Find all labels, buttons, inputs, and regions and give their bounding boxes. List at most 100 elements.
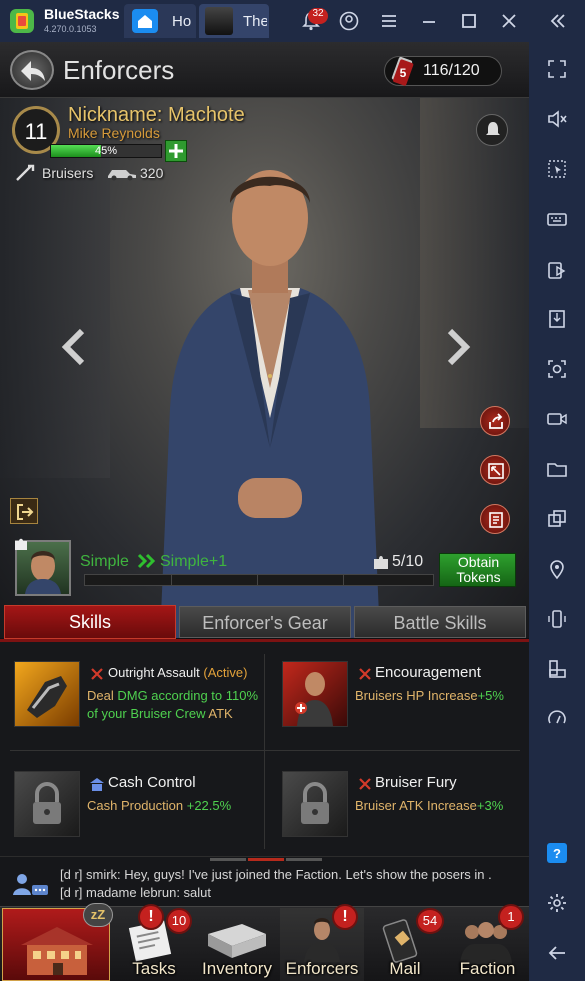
grade-current: Simple [80,553,129,570]
multi-instance-icon[interactable] [546,508,568,530]
lock-icon [301,782,329,824]
faction-chat-icon[interactable] [10,871,50,897]
back-button[interactable] [10,50,54,90]
crew-type: Bruisers [42,165,94,181]
shard-progress-bar [84,574,434,586]
obtain-tokens-button[interactable]: Obtain Tokens [439,553,516,587]
skill-card-outright-assault[interactable]: Outright Assault (Active) Deal DMG accor… [12,659,260,749]
record-video-icon[interactable] [546,408,568,430]
mail-badge: 54 [416,908,444,934]
share-icon [489,413,503,429]
shake-icon[interactable] [546,608,568,630]
tab-battle-skills[interactable]: Battle Skills [354,606,526,638]
close-icon[interactable] [498,10,520,32]
next-enforcer-arrow-icon[interactable] [444,327,472,367]
nav-faction[interactable]: 1 Faction [446,904,529,981]
crossed-swords-icon [91,668,103,680]
skill-desc-highlight: +5% [477,688,504,703]
skill-description: Deal DMG according to 110% of your Bruis… [87,687,259,723]
chat-bar[interactable]: [d r] smirk: Hey, guys! I've just joined… [0,856,529,906]
chat-page-dot [210,858,246,861]
rotate-icon[interactable] [546,658,568,680]
location-icon[interactable] [546,558,568,580]
enforcer-nickname: Nickname: Machote [68,104,245,126]
skill-title: Outright Assault (Active) [108,665,247,680]
plus-icon [169,144,183,158]
crossed-swords-icon [359,778,371,790]
volume-mute-icon[interactable] [546,108,568,130]
skill-desc-highlight: +3% [476,798,504,813]
skill-description: Bruisers HP Increase+5% [355,687,525,705]
encouragement-icon [282,661,348,727]
skill-card-encouragement[interactable]: Encouragement Bruisers HP Increase+5% [280,659,520,749]
nav-label: Inventory [202,959,272,978]
previous-enforcer-arrow-icon[interactable] [60,327,88,367]
page-title: Enforcers [63,55,175,85]
collapse-sidebar-icon[interactable] [546,10,568,32]
minimize-icon[interactable] [418,10,440,32]
nav-label: Mail [389,959,421,978]
bluestacks-titlebar: BlueStacks 4.270.0.1053 Ho The 32 [0,0,585,42]
help-icon[interactable]: ? [546,842,568,864]
soldier-icon [295,672,333,726]
tab-game[interactable]: The [199,4,269,38]
notification-badge: 32 [308,8,328,24]
exit-button[interactable] [10,498,38,524]
bluestacks-sidebar: ? [529,0,585,981]
back-arrow-icon[interactable] [546,942,568,964]
bell-icon [486,122,500,135]
briefcase-icon [208,924,266,958]
tab-skills[interactable]: Skills [4,605,176,639]
building-right [420,98,529,428]
skill-card-cash-control[interactable]: Cash Control Cash Production +22.5% [12,769,260,849]
account-icon[interactable] [338,10,360,32]
macro-icon[interactable] [546,708,568,730]
menu-icon[interactable] [378,10,400,32]
enforcer-thumbnail[interactable] [15,538,71,596]
tab-label: The [243,13,267,30]
nav-label: Tasks [132,959,176,978]
nav-enforcers[interactable]: ! Enforcers [280,904,364,981]
level-value: 11 [24,119,48,144]
enforcer-name: Mike Reynolds [68,125,160,141]
skill-card-bruiser-fury[interactable]: Bruiser Fury Bruiser ATK Increase+3% [280,769,520,849]
folder-icon[interactable] [546,458,568,480]
tab-home[interactable]: Ho [124,4,196,38]
expand-button[interactable] [480,455,510,485]
details-button[interactable] [480,504,510,534]
skill-description: Bruiser ATK Increase+3% [355,797,525,815]
apk-icon[interactable] [546,308,568,330]
voice-button[interactable] [476,114,508,146]
install-apk-icon[interactable] [546,258,568,280]
add-xp-button[interactable] [165,140,187,162]
token-counter[interactable]: 5 116/120 [384,56,502,86]
share-button[interactable] [480,406,510,436]
bruiser-fury-icon [282,771,348,837]
svg-text:?: ? [553,846,561,861]
home-icon [132,9,158,33]
nav-inventory[interactable]: Inventory [196,908,278,981]
skill-desc-prefix: Cash Production [87,798,187,813]
tab-label: Battle Skills [393,613,487,633]
svg-text:5: 5 [400,66,407,80]
skill-name: Encouragement [375,664,481,681]
maximize-icon[interactable] [458,10,480,32]
nav-headquarters[interactable]: zZ [2,903,113,981]
outright-assault-icon [14,661,80,727]
bruiser-weapon-icon [16,164,35,181]
fist-icon [27,676,67,718]
sleep-zzz-icon: zZ [83,903,113,927]
skill-desc-suffix: ATK [208,706,233,721]
settings-gear-icon[interactable] [546,892,568,914]
chat-page-dot-active [248,858,284,861]
keyboard-icon[interactable] [546,208,568,230]
fullscreen-icon[interactable] [546,58,568,80]
bluestacks-logo-icon [10,9,34,33]
skill-desc-prefix: Deal [87,688,118,703]
pointer-icon[interactable] [546,158,568,180]
screenshot-icon[interactable] [546,358,568,380]
token-card-icon: 5 [391,56,414,86]
nav-mail[interactable]: 54 Mail [364,908,446,981]
tab-enforcers-gear[interactable]: Enforcer's Gear [179,606,351,638]
nav-tasks[interactable]: ! 10 Tasks [112,904,196,981]
